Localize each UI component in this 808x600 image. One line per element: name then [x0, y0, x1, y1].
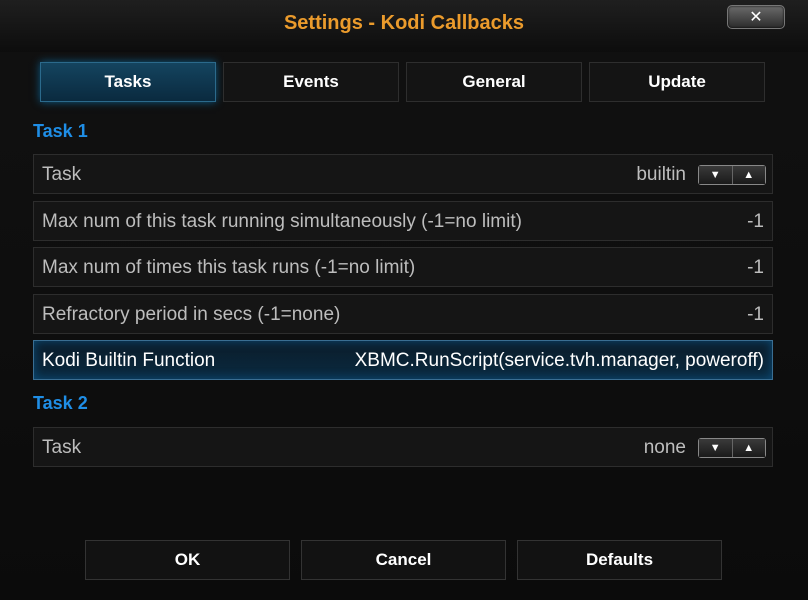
task-spinner: ▼ ▲	[698, 165, 766, 185]
task-spinner: ▼ ▲	[698, 438, 766, 458]
setting-label: Task	[42, 164, 82, 185]
ok-button[interactable]: OK	[85, 540, 290, 580]
section-title-task-1: Task 1	[33, 121, 88, 141]
setting-row-builtin-function[interactable]: Kodi Builtin Function XBMC.RunScript(ser…	[33, 340, 773, 380]
defaults-button[interactable]: Defaults	[517, 540, 722, 580]
setting-label: Task	[42, 437, 82, 458]
setting-value: none	[643, 437, 686, 458]
setting-row-max-runs[interactable]: Max num of times this task runs (-1=no l…	[33, 247, 773, 287]
setting-label: Max num of this task running simultaneou…	[42, 211, 522, 232]
spinner-down-icon[interactable]: ▼	[699, 439, 732, 457]
close-icon: ✕	[749, 9, 763, 26]
spinner-up-icon[interactable]: ▲	[731, 166, 765, 184]
dialog-title: Settings - Kodi Callbacks	[283, 12, 525, 34]
tab-update[interactable]: Update	[589, 62, 765, 102]
tab-general[interactable]: General	[406, 62, 582, 102]
setting-value: XBMC.RunScript(service.tvh.manager, powe…	[354, 350, 764, 371]
setting-value: -1	[747, 211, 764, 232]
setting-row-task-1-type[interactable]: Task builtin ▼ ▲	[33, 154, 773, 194]
setting-value: -1	[747, 304, 764, 325]
setting-value: builtin	[636, 164, 686, 185]
tab-tasks[interactable]: Tasks	[40, 62, 216, 102]
spinner-up-icon[interactable]: ▲	[731, 439, 765, 457]
close-button[interactable]: ✕	[727, 5, 785, 29]
setting-label: Max num of times this task runs (-1=no l…	[42, 257, 416, 278]
setting-label: Kodi Builtin Function	[42, 350, 216, 371]
section-title-task-2: Task 2	[33, 393, 88, 413]
tab-bar: Tasks Events General Update	[40, 62, 768, 102]
title-bar: Settings - Kodi Callbacks ✕	[0, 0, 808, 52]
cancel-button[interactable]: Cancel	[301, 540, 506, 580]
setting-label: Refractory period in secs (-1=none)	[42, 304, 341, 325]
spinner-down-icon[interactable]: ▼	[699, 166, 732, 184]
setting-value: -1	[747, 257, 764, 278]
setting-row-refractory-period[interactable]: Refractory period in secs (-1=none) -1	[33, 294, 773, 334]
tab-events[interactable]: Events	[223, 62, 399, 102]
settings-dialog: Settings - Kodi Callbacks ✕ Tasks Events…	[0, 0, 808, 600]
setting-row-task-2-type[interactable]: Task none ▼ ▲	[33, 427, 773, 467]
setting-row-max-running[interactable]: Max num of this task running simultaneou…	[33, 201, 773, 241]
